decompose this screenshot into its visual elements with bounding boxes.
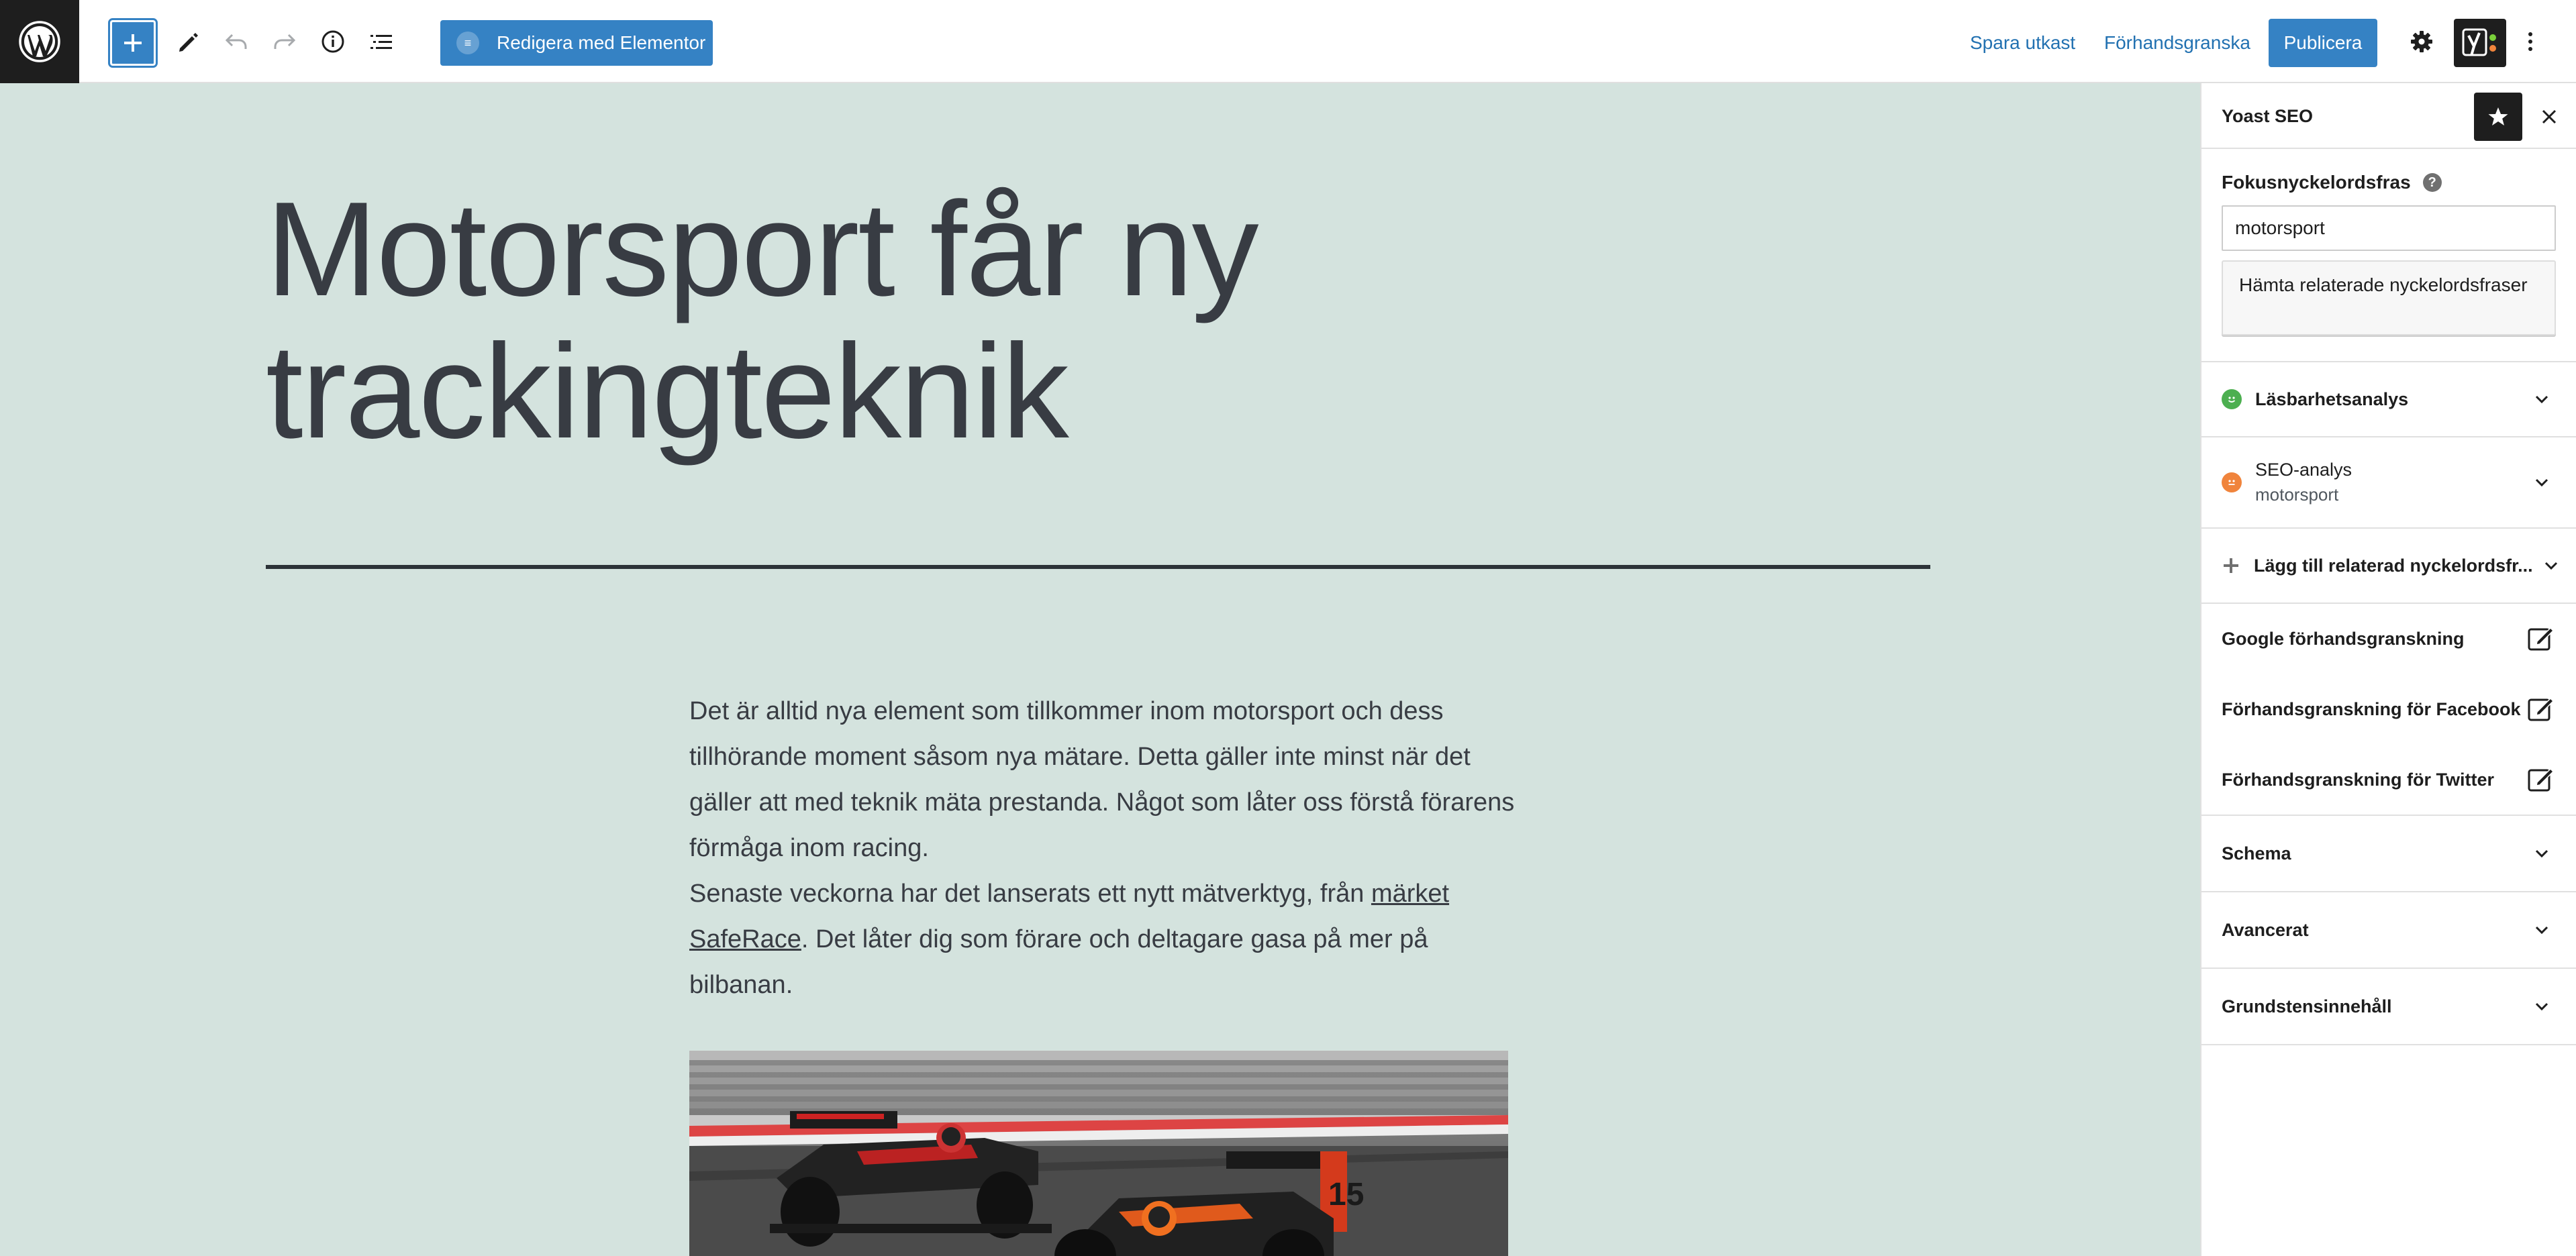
editor-canvas[interactable]: Motorsport får ny trackingteknik Det är … — [0, 83, 2200, 1256]
redo-button[interactable] — [264, 21, 305, 62]
wordpress-icon — [19, 21, 60, 62]
google-preview-button[interactable]: Google förhandsgranskning — [2201, 604, 2576, 674]
wordpress-logo-button[interactable] — [0, 0, 79, 83]
focus-keyphrase-label: Fokusnyckelordsfras ? — [2222, 172, 2442, 193]
yoast-sidebar: Yoast SEO Fokusnyckelordsfras ? Hämta re… — [2200, 83, 2576, 1256]
details-button[interactable] — [313, 21, 353, 62]
pin-sidebar-button[interactable] — [2474, 93, 2522, 141]
paragraph-text: Senaste veckorna har det lanserats ett n… — [689, 880, 1371, 908]
settings-button[interactable] — [2401, 21, 2442, 62]
publish-button[interactable]: Publicera — [2269, 19, 2377, 67]
undo-button[interactable] — [216, 21, 256, 62]
undo-icon — [225, 34, 247, 49]
save-draft-button[interactable]: Spara utkast — [1970, 20, 2075, 66]
add-block-button[interactable] — [110, 20, 156, 66]
post-content[interactable]: Det är alltid nya element som tillkommer… — [689, 688, 1515, 1008]
close-sidebar-button[interactable] — [2532, 99, 2567, 134]
facebook-preview-button[interactable]: Förhandsgranskning för Facebook — [2201, 674, 2576, 745]
smiley-ok-icon — [2222, 472, 2242, 492]
preview-button[interactable]: Förhandsgranska — [2104, 20, 2250, 66]
facebook-preview-title: Förhandsgranskning för Facebook — [2222, 698, 2521, 719]
paragraph-block[interactable]: Det är alltid nya element som tillkommer… — [689, 688, 1515, 871]
focus-keyphrase-input[interactable] — [2222, 205, 2556, 251]
twitter-preview-title: Förhandsgranskning för Twitter — [2222, 769, 2495, 790]
redo-icon — [274, 34, 296, 49]
smiley-good-icon — [2222, 389, 2242, 409]
seo-analysis-toggle[interactable]: SEO-analys motorsport — [2201, 437, 2576, 527]
separator-block[interactable] — [266, 565, 1930, 569]
chevron-down-icon — [2544, 562, 2558, 570]
chevron-down-icon — [2535, 849, 2548, 858]
edit-with-elementor-button[interactable]: ≡ Redigera med Elementor — [440, 20, 713, 66]
list-view-icon — [370, 35, 392, 49]
info-icon — [321, 30, 344, 53]
chevron-down-icon — [2535, 478, 2548, 487]
help-icon[interactable]: ? — [2422, 173, 2442, 192]
advanced-toggle[interactable]: Avancerat — [2201, 892, 2576, 967]
star-icon — [2488, 107, 2508, 125]
list-view-button[interactable] — [361, 21, 401, 62]
readability-title: Läsbarhetsanalys — [2255, 388, 2409, 409]
add-related-keyphrase-title: Lägg till relaterad nyckelordsfr... — [2254, 555, 2533, 576]
race-car-image: 15 — [689, 1051, 1508, 1256]
image-block[interactable]: 15 — [689, 1051, 1508, 1256]
yoast-seo-button[interactable] — [2454, 19, 2506, 67]
tools-button[interactable] — [168, 21, 208, 62]
seo-analysis-labels: SEO-analys motorsport — [2255, 460, 2352, 505]
plus-icon — [2224, 558, 2238, 573]
editor-toolbar: ≡ Redigera med Elementor Spara utkast Fö… — [0, 0, 2576, 83]
plus-icon — [124, 34, 142, 52]
sidebar-title: Yoast SEO — [2222, 106, 2314, 126]
seo-analysis-keyword: motorsport — [2255, 484, 2339, 505]
gear-icon — [2411, 31, 2432, 52]
sidebar-header: Yoast SEO — [2201, 83, 2576, 149]
edit-icon — [2528, 697, 2555, 721]
focus-keyphrase-label-text: Fokusnyckelordsfras — [2222, 172, 2411, 193]
google-preview-title: Google förhandsgranskning — [2222, 628, 2465, 649]
chevron-down-icon — [2535, 1002, 2548, 1011]
edit-icon — [2528, 768, 2555, 792]
readability-analysis-toggle[interactable]: Läsbarhetsanalys — [2201, 362, 2576, 436]
get-related-keyphrases-button[interactable]: Hämta relaterade nyckelordsfraser — [2222, 260, 2556, 335]
elementor-button-label: Redigera med Elementor — [497, 32, 706, 53]
divider — [2201, 1044, 2576, 1045]
cornerstone-content-toggle[interactable]: Grundstensinnehåll — [2201, 969, 2576, 1044]
advanced-title: Avancerat — [2222, 919, 2309, 940]
seo-analysis-title: SEO-analys — [2255, 460, 2352, 480]
paragraph-block[interactable]: Senaste veckorna har det lanserats ett n… — [689, 871, 1515, 1008]
elementor-icon: ≡ — [456, 32, 479, 54]
schema-toggle[interactable]: Schema — [2201, 816, 2576, 891]
schema-title: Schema — [2222, 843, 2291, 863]
chevron-down-icon — [2535, 926, 2548, 935]
edit-icon — [2528, 627, 2555, 651]
more-vertical-icon — [2528, 32, 2532, 51]
yoast-logo-icon — [2462, 28, 2496, 56]
pencil-icon — [179, 33, 198, 52]
add-related-keyphrase-toggle[interactable]: Lägg till relaterad nyckelordsfr... — [2201, 529, 2576, 603]
cornerstone-title: Grundstensinnehåll — [2222, 996, 2392, 1016]
options-button[interactable] — [2510, 21, 2550, 62]
twitter-preview-button[interactable]: Förhandsgranskning för Twitter — [2201, 745, 2576, 815]
post-title[interactable]: Motorsport får ny trackingteknik — [266, 178, 1944, 463]
close-icon — [2542, 109, 2557, 124]
svg-text:15: 15 — [1328, 1177, 1364, 1212]
chevron-down-icon — [2535, 395, 2548, 404]
